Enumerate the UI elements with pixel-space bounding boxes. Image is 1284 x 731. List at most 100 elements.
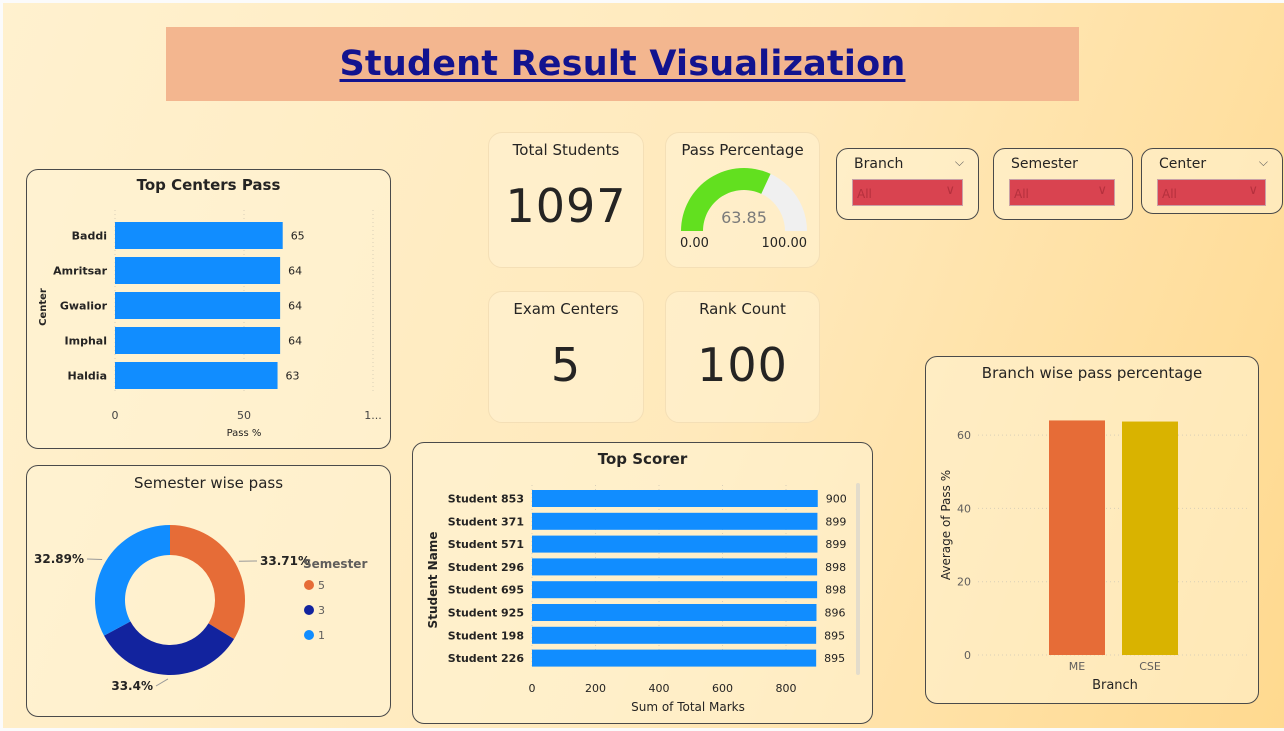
category-label: Student 853 — [448, 493, 524, 506]
gauge-max: 100.00 — [762, 236, 808, 251]
pass-gauge: 63.85 0.00 100.00 — [680, 167, 808, 251]
data-label: 64 — [288, 300, 302, 313]
total-students-card[interactable]: Total Students 1097 — [488, 132, 644, 268]
top-scorer-chart: 0 200 400 600 800 Student 853 900 Student 371 89… — [426, 483, 860, 714]
bar — [532, 581, 818, 599]
category-label: Baddi — [72, 230, 107, 243]
x-tick-label: 0 — [529, 682, 536, 695]
branch-dropdown[interactable]: All ∨ — [852, 179, 963, 206]
y-axis-title: Center — [38, 288, 49, 326]
y-tick-label: 20 — [957, 576, 971, 589]
data-label: 63 — [286, 370, 300, 383]
y-tick-label: 40 — [957, 502, 971, 515]
semester-panel: Semester wise pass 33.71% 33.4% 32.89% Seme… — [26, 465, 391, 717]
branch-slicer[interactable]: Branch ⌵ All ∨ — [836, 148, 979, 220]
data-label: 65 — [291, 230, 305, 243]
data-label: 900 — [826, 493, 847, 506]
gauge-value: 63.85 — [721, 208, 767, 227]
top-scorer-panel: Top Scorer 0 200 400 600 800 Student 853 900 St… — [412, 442, 873, 724]
chevron-down-icon: ∨ — [1248, 183, 1258, 198]
bar — [532, 558, 818, 576]
chevron-down-icon: ∨ — [1097, 183, 1107, 198]
donut-slice — [94, 525, 170, 636]
chevron-down-icon[interactable]: ⌵ — [1259, 155, 1268, 170]
x-axis-title: Branch — [1092, 678, 1138, 693]
rank-count-label: Rank Count — [699, 300, 786, 318]
top-centers-chart: 0 50 1... Baddi 65 Amritsar 64 Gwalior 64 Imphal 6… — [38, 210, 382, 439]
data-label: 64 — [288, 265, 302, 278]
category-label: CSE — [1139, 660, 1161, 673]
x-tick-label: 50 — [237, 409, 251, 422]
bar — [532, 535, 818, 553]
category-label: Student 695 — [448, 584, 524, 597]
semester-slicer-label: Semester — [1011, 156, 1078, 172]
semester-dropdown-value: All — [1014, 187, 1029, 201]
branch-chart: 0 20 40 60 ME CSEBranch Average of Pass % — [939, 420, 1248, 693]
semester-slicer[interactable]: Semester All ∨ — [993, 148, 1133, 220]
chevron-down-icon[interactable]: ⌵ — [955, 155, 964, 170]
branch-dropdown-value: All — [857, 187, 872, 201]
rank-count-card[interactable]: Rank Count 100 — [665, 291, 820, 423]
bar — [532, 512, 818, 530]
bar — [532, 604, 817, 621]
scrollbar-track — [856, 483, 860, 675]
x-tick-label: 200 — [585, 682, 606, 695]
legend-marker — [304, 605, 314, 615]
data-label: 896 — [824, 607, 845, 620]
rank-count-value: 100 — [697, 338, 788, 392]
x-tick-label: 0 — [112, 409, 119, 422]
category-label: Amritsar — [53, 265, 107, 278]
legend-title: Semester — [303, 557, 367, 571]
bar — [1122, 421, 1178, 655]
bar — [115, 292, 281, 319]
category-label: ME — [1069, 660, 1085, 673]
page-title: Student Result Visualization — [339, 44, 906, 84]
legend-label: 3 — [318, 604, 325, 617]
center-slicer[interactable]: Center ⌵ All ∨ — [1141, 148, 1283, 214]
exam-centers-card[interactable]: Exam Centers 5 — [488, 291, 644, 423]
semester-donut-chart: 33.71%33.4%32.89% Semester531 — [34, 525, 367, 693]
title-banner: Student Result Visualization — [166, 27, 1079, 101]
leader-line — [155, 678, 169, 687]
data-label: 898 — [825, 561, 846, 574]
category-label: Haldia — [68, 370, 107, 383]
legend-label: 5 — [318, 579, 325, 592]
y-tick-label: 0 — [964, 649, 971, 662]
bar — [115, 257, 281, 284]
leader-line — [86, 558, 103, 561]
y-axis-title: Average of Pass % — [939, 470, 953, 580]
x-tick-label: 1... — [364, 409, 382, 422]
semester-dropdown[interactable]: All ∨ — [1009, 179, 1115, 206]
center-dropdown[interactable]: All ∨ — [1157, 179, 1266, 206]
bar — [532, 626, 817, 644]
total-students-value: 1097 — [505, 179, 627, 233]
pass-percentage-card[interactable]: Pass Percentage 63.85 0.00 100.00 — [665, 132, 820, 268]
y-tick-label: 60 — [957, 429, 971, 442]
y-axis-title: Student Name — [426, 532, 440, 629]
category-label: Student 371 — [448, 515, 524, 528]
branch-panel: Branch wise pass percentage 0 20 40 60 ME CSE… — [925, 356, 1259, 704]
x-axis-title: Pass % — [227, 428, 262, 439]
top-centers-panel: Top Centers Pass 0 50 1... Baddi 65 Amritsar 6… — [26, 169, 391, 449]
chevron-down-icon: ∨ — [945, 183, 955, 198]
category-label: Imphal — [65, 335, 107, 348]
data-label: 899 — [825, 538, 846, 551]
bar — [1049, 420, 1105, 655]
slice-label: 33.4% — [111, 679, 153, 693]
legend-label: 1 — [318, 629, 325, 642]
legend-marker — [304, 630, 314, 640]
x-axis-title: Sum of Total Marks — [631, 700, 745, 714]
category-label: Student 296 — [448, 561, 525, 574]
bar — [532, 490, 818, 507]
branch-slicer-label: Branch — [854, 156, 904, 172]
slice-label: 32.89% — [34, 552, 84, 566]
donut-slice — [104, 621, 235, 675]
bar — [115, 222, 283, 249]
bar — [115, 362, 278, 389]
total-students-label: Total Students — [512, 141, 620, 159]
data-label: 64 — [288, 335, 302, 348]
pass-percentage-label: Pass Percentage — [681, 141, 804, 159]
x-tick-label: 400 — [649, 682, 670, 695]
x-tick-label: 800 — [776, 682, 797, 695]
legend-marker — [304, 580, 314, 590]
